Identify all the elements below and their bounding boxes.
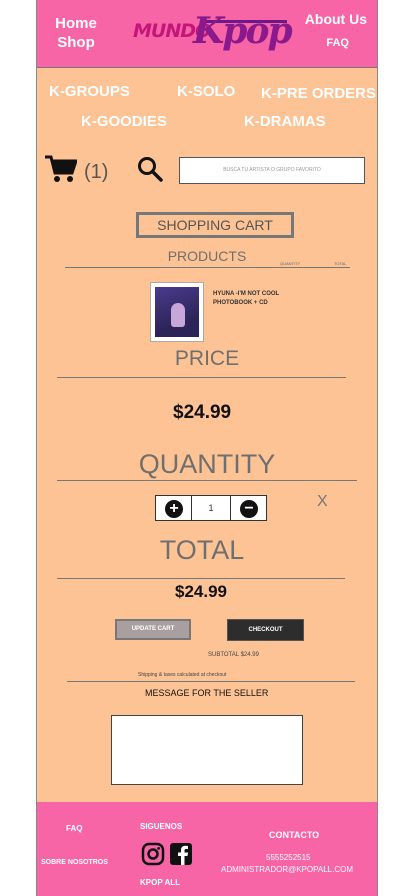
home-label: Home [55, 15, 97, 32]
quantity-column-header: QUANTITY [280, 261, 301, 266]
price-value: $24.99 [173, 402, 232, 423]
checkout-button[interactable]: CHECKOUT [227, 619, 304, 641]
contact-heading: CONTACTO [269, 830, 320, 840]
nav-k-goodies[interactable]: K-GOODIES [81, 113, 167, 130]
site-logo[interactable]: MUNDO Kpop [133, 10, 293, 64]
logo-kpop-text: Kpop [193, 10, 293, 52]
site-footer: FAQ SOBRE NOSOTROS SIGUENOS KPOP ALL CON… [37, 802, 377, 896]
shop-label: Shop [57, 34, 95, 51]
footer-brand: KPOP ALL [140, 878, 181, 887]
product-cover-figure [171, 303, 185, 327]
decrease-quantity-button[interactable]: − [230, 495, 267, 521]
footer-about-link[interactable]: SOBRE NOSOTROS [41, 859, 108, 866]
search-input[interactable]: BUSCA TU ARTISTA O GRUPO FAVORITO [179, 157, 365, 184]
cart-count[interactable]: (1) [84, 161, 108, 184]
home-shop-link[interactable]: Home Shop [52, 14, 100, 52]
nav-k-groups[interactable]: K-GROUPS [49, 83, 130, 100]
price-heading: PRICE [174, 347, 240, 370]
total-divider [57, 578, 345, 579]
products-divider [65, 267, 350, 268]
products-heading: PRODUCTS [167, 248, 247, 264]
shipping-note: Shipping & taxes calculated at checkout [138, 672, 227, 678]
total-heading: TOTAL [159, 535, 245, 565]
shopping-cart-title: SHOPPING CART [136, 212, 294, 238]
instagram-icon[interactable] [141, 842, 165, 866]
quantity-heading: QUANTITY [138, 449, 276, 479]
total-value: $24.99 [175, 582, 227, 601]
total-column-header: TOTAL [334, 261, 347, 266]
header-faq-link[interactable]: FAQ [326, 37, 349, 49]
page-frame: Home Shop MUNDO Kpop About Us FAQ K-GROU… [36, 0, 378, 896]
search-icon[interactable] [137, 156, 163, 182]
nav-k-solo[interactable]: K-SOLO [177, 83, 235, 100]
product-cover-art [155, 287, 199, 337]
quantity-stepper: + 1 − [155, 495, 267, 521]
contact-email[interactable]: ADMINISTRADOR@KPOPALL.COM [221, 865, 353, 874]
product-name[interactable]: HYUNA -I'M NOT COOL PHOTOBOOK + CD [213, 290, 293, 308]
quantity-input[interactable]: 1 [192, 495, 230, 521]
about-us-link[interactable]: About Us [305, 11, 367, 27]
footer-faq-link[interactable]: FAQ [66, 824, 82, 833]
increase-quantity-button[interactable]: + [155, 495, 192, 521]
contact-phone: 5555252515 [266, 853, 311, 862]
remove-item-button[interactable]: X [317, 493, 328, 511]
message-label: MESSAGE FOR THE SELLER [145, 688, 269, 698]
cart-icon[interactable] [45, 154, 77, 184]
nav-k-pre-orders[interactable]: K-PRE ORDERS [261, 85, 376, 102]
facebook-icon[interactable] [169, 842, 193, 866]
site-header: Home Shop MUNDO Kpop About Us FAQ [37, 0, 377, 68]
minus-icon: − [240, 500, 258, 518]
update-cart-button[interactable]: UPDATE CART [115, 619, 191, 640]
product-image[interactable] [150, 282, 204, 342]
nav-k-dramas[interactable]: K-DRAMAS [244, 113, 326, 130]
subtotal-text: SUBTOTAL $24.99 [208, 652, 259, 658]
seller-message-textarea[interactable] [111, 715, 303, 785]
price-divider [57, 377, 346, 378]
main-content: K-GROUPS K-SOLO K-PRE ORDERS K-GOODIES K… [37, 68, 377, 802]
follow-us-label: SIGUENOS [140, 822, 183, 831]
message-divider [67, 681, 355, 682]
plus-icon: + [165, 500, 183, 518]
quantity-divider [57, 480, 357, 481]
